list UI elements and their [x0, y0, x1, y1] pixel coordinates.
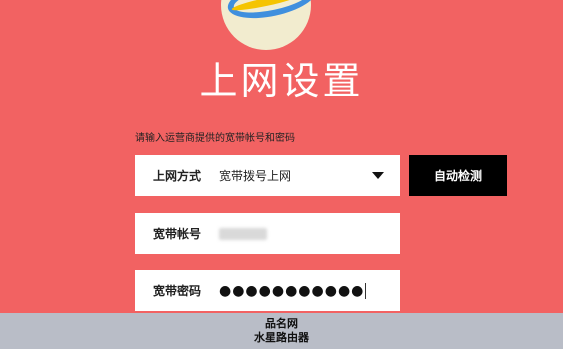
watermark-line2: 水星路由器 [254, 331, 309, 344]
text-cursor [365, 282, 367, 299]
password-label: 宽带密码 [153, 284, 202, 298]
watermark-banner: 品名网 水星路由器 [0, 313, 563, 349]
planet-logo-icon [221, 0, 311, 50]
connection-type-label: 上网方式 [153, 169, 202, 183]
account-label: 宽带帐号 [153, 227, 202, 241]
account-value-blurred[interactable] [219, 227, 267, 240]
watermark-line1: 品名网 [265, 317, 298, 330]
auto-detect-button[interactable]: 自动检测 [409, 155, 507, 196]
password-input[interactable]: ●●●●●●●●●●● [219, 283, 364, 299]
account-field[interactable]: 宽带帐号 [135, 213, 400, 254]
password-field[interactable]: 宽带密码 ●●●●●●●●●●● [135, 270, 400, 311]
connection-type-value: 宽带拨号上网 [219, 169, 292, 183]
chevron-down-icon[interactable] [372, 172, 384, 179]
instruction-text: 请输入运营商提供的宽带帐号和密码 [135, 133, 295, 144]
connection-type-select[interactable]: 上网方式 宽带拨号上网 [135, 155, 400, 196]
page-title: 上网设置 [199, 59, 364, 103]
